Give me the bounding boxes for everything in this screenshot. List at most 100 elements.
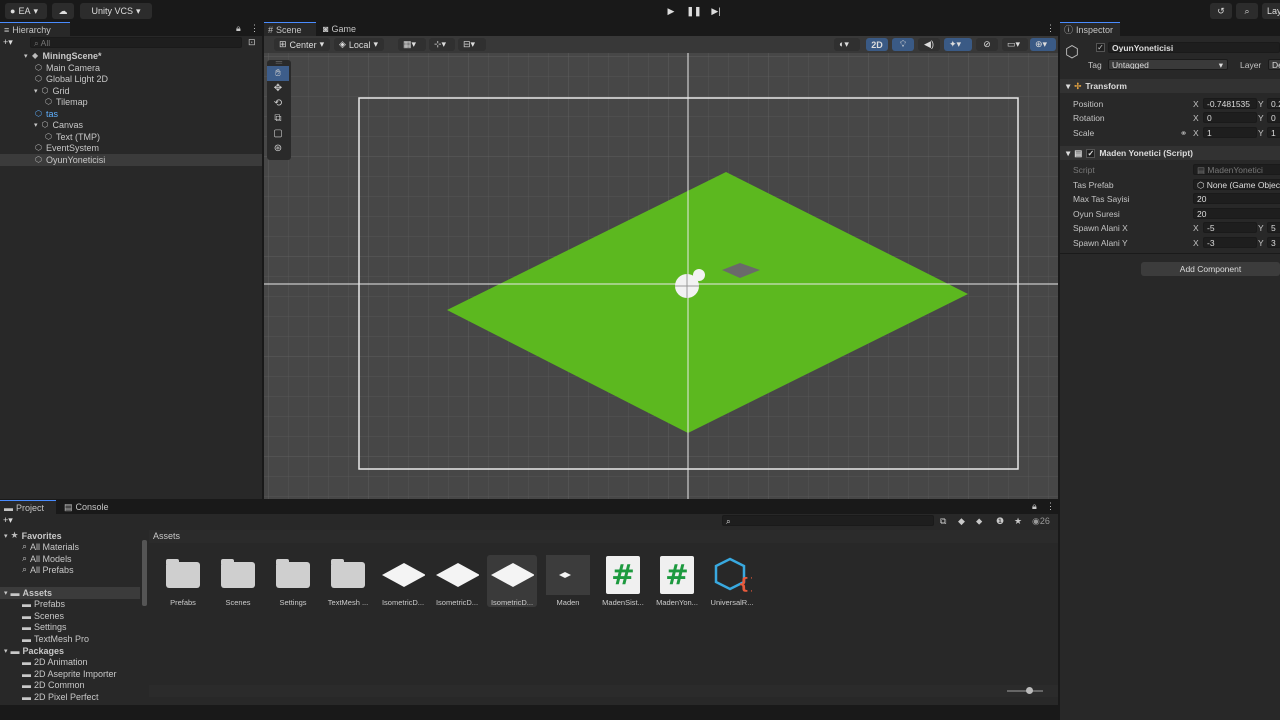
tree-item[interactable]: ▬ TextMesh Pro (0, 633, 140, 645)
star-icon[interactable]: ★ (1014, 516, 1022, 527)
tree-item[interactable]: ▬ 2D Animation (0, 656, 140, 668)
tree-item[interactable]: ▬ Scenes (0, 610, 140, 622)
tag-dropdown[interactable]: Untagged ▾ (1108, 59, 1228, 70)
oyun-suresi-field[interactable]: 20 (1193, 208, 1280, 219)
lock-icon[interactable]: 🔒︎ (1032, 501, 1037, 512)
lighting-toggle[interactable]: 💡︎ (892, 38, 914, 51)
asset-item[interactable]: TextMesh ... (323, 555, 373, 607)
play-button[interactable]: ▶ (662, 4, 680, 18)
more-icon[interactable]: ⋮ (250, 23, 259, 34)
tree-item[interactable]: ▬ 2D Common (0, 679, 140, 691)
warning-icon[interactable]: ❶ (996, 516, 1004, 527)
asset-item[interactable]: Maden (543, 555, 593, 607)
tree-item[interactable]: ▬ Prefabs (0, 598, 140, 610)
hierarchy-item[interactable]: ⬡ Text (TMP) (0, 131, 262, 143)
object-name-field[interactable]: OyunYoneticisi (1108, 42, 1280, 53)
position-y-field[interactable]: 0.2 (1267, 98, 1280, 109)
scale-tool-button[interactable]: ⧉ (267, 111, 289, 126)
chevron-down-icon[interactable]: ▾ (4, 532, 8, 540)
snap-increment-button[interactable]: ⊹▾ (429, 38, 455, 51)
tab-game[interactable]: ◙ Game (319, 22, 369, 36)
tree-item[interactable]: ▬ 2D Pixel Perfect (0, 691, 140, 703)
tree-item[interactable]: ▬ Settings (0, 621, 140, 633)
rect-tool-button[interactable]: ▢ (267, 126, 289, 141)
history-button[interactable]: ↺ (1210, 3, 1232, 19)
visibility-toggle[interactable]: ⊘ (976, 38, 998, 51)
hierarchy-item[interactable]: ⬡ Main Camera (0, 62, 262, 74)
transform-tool-button[interactable]: ⊛ (267, 141, 289, 156)
hidden-count[interactable]: ◉26 (1032, 516, 1050, 527)
more-icon[interactable]: ⋮ (1046, 501, 1055, 512)
asset-item[interactable]: IsometricD... (378, 555, 428, 607)
max-tas-field[interactable]: 20 (1193, 193, 1280, 204)
script-component-header[interactable]: ▾ ▤ ✓ Maden Yonetici (Script) (1060, 146, 1280, 160)
rotation-x-field[interactable]: 0 (1203, 112, 1257, 123)
asset-item[interactable]: IsometricD... (487, 555, 537, 607)
asset-item[interactable]: # MadenYon... (652, 555, 702, 607)
hierarchy-item[interactable]: ⬡ EventSystem (0, 142, 262, 154)
cloud-button[interactable]: ☁ (52, 3, 74, 19)
tree-section-header[interactable]: ▾ ▬ Assets (0, 587, 140, 599)
pause-button[interactable]: ❚❚ (685, 4, 703, 18)
add-component-button[interactable]: Add Component (1141, 262, 1280, 276)
grid-plane-button[interactable]: ⊟▾ (458, 38, 486, 51)
move-tool-button[interactable]: ✥ (267, 81, 289, 96)
create-asset-button[interactable]: +▾ (3, 515, 25, 527)
hierarchy-item[interactable]: ▾ ◆ MiningScene* (0, 50, 262, 62)
transform-header[interactable]: ▾ ✢ Transform (1060, 79, 1280, 93)
hierarchy-item[interactable]: ⬡ Global Light 2D (0, 73, 262, 85)
layer-dropdown[interactable]: De (1268, 59, 1280, 70)
spawn-y-min-field[interactable]: -3 (1203, 237, 1257, 248)
hierarchy-item[interactable]: ▾ ⬡ Canvas (0, 119, 262, 131)
lock-icon[interactable]: 🔒︎ (236, 23, 241, 34)
tree-section-header[interactable]: ▾ ★ Favorites (0, 530, 140, 542)
account-dropdown[interactable]: ● EA ▾ (5, 3, 47, 19)
asset-item[interactable]: Prefabs (158, 555, 208, 607)
layout-dropdown[interactable]: Lay (1262, 3, 1280, 19)
mode-2d-toggle[interactable]: 2D (866, 38, 888, 51)
asset-item[interactable]: IsometricD... (432, 555, 482, 607)
hierarchy-item[interactable]: ▾ ⬡ Grid (0, 85, 262, 97)
hierarchy-search-input[interactable]: ⌕ All (30, 37, 242, 48)
spawn-x-max-field[interactable]: 5 (1267, 222, 1280, 233)
tab-project[interactable]: ▬ Project (0, 500, 56, 514)
asset-item[interactable]: Settings (268, 555, 318, 607)
asset-item[interactable]: # MadenSist... (598, 555, 648, 607)
space-dropdown[interactable]: ◈ Local ▾ (334, 38, 384, 51)
position-x-field[interactable]: -0.7481535 (1203, 98, 1257, 109)
create-button[interactable]: +▾ (3, 37, 25, 49)
asset-item[interactable]: {} UniversalR... (707, 555, 757, 607)
chevron-down-icon[interactable]: ▾ (4, 589, 8, 597)
gizmos-button[interactable]: ⊕▾ (1030, 38, 1056, 51)
pivot-dropdown[interactable]: ⊞ Center ▾ (274, 38, 330, 51)
rotate-tool-button[interactable]: ⟲ (267, 96, 289, 111)
chevron-down-icon[interactable]: ▾ (34, 87, 38, 95)
scene-viewport[interactable] (264, 53, 1058, 499)
step-button[interactable]: ▶| (707, 4, 725, 18)
draw-mode-button[interactable]: ◐▾ (834, 38, 860, 51)
scale-y-field[interactable]: 1 (1267, 127, 1280, 138)
tree-item[interactable]: ▬ 2D Aseprite Importer (0, 668, 140, 680)
more-icon[interactable]: ⋮ (1046, 23, 1055, 34)
rotation-y-field[interactable]: 0 (1267, 112, 1280, 123)
component-enabled-checkbox[interactable]: ✓ (1086, 148, 1096, 158)
chevron-down-icon[interactable]: ▾ (34, 121, 38, 129)
search-by-label-icon[interactable]: ◆ (958, 516, 965, 527)
hierarchy-item[interactable]: ⬡ tas (0, 108, 262, 120)
zoom-slider-track[interactable] (1007, 690, 1043, 692)
tree-section-header[interactable]: ▾ ▬ Packages (0, 645, 140, 657)
tab-inspector[interactable]: ⓘ Inspector (1060, 22, 1120, 36)
chevron-down-icon[interactable]: ▾ (24, 52, 28, 60)
asset-item[interactable]: Scenes (213, 555, 263, 607)
breadcrumb-assets[interactable]: Assets (153, 531, 180, 541)
chevron-down-icon[interactable]: ▾ (4, 647, 8, 655)
zoom-slider-handle[interactable] (1026, 687, 1033, 694)
tab-console[interactable]: ▤ Console (60, 500, 118, 514)
search-filter-icon[interactable]: ⊡ (248, 37, 256, 48)
tab-scene[interactable]: # Scene (264, 22, 316, 36)
search-button[interactable]: ⌕ (1236, 3, 1258, 19)
scale-x-field[interactable]: 1 (1203, 127, 1257, 138)
spawn-y-max-field[interactable]: 3 (1267, 237, 1280, 248)
tab-hierarchy[interactable]: ≡ Hierarchy (0, 22, 70, 36)
grid-snap-button[interactable]: ▦▾ (398, 38, 426, 51)
